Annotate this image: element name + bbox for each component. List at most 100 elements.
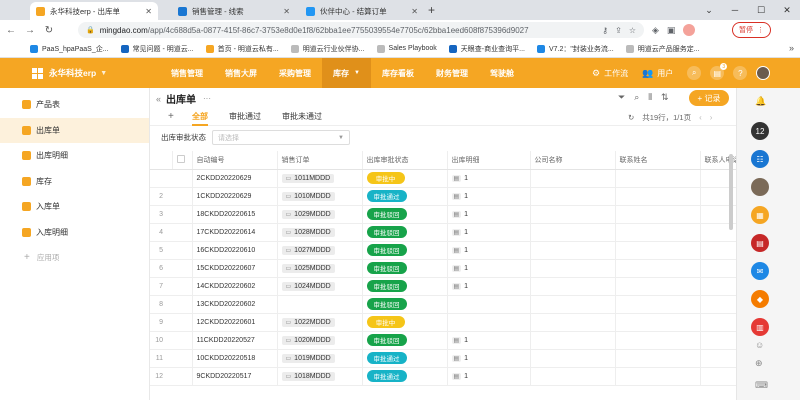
company-name-cell[interactable]	[530, 349, 616, 368]
new-tab-icon[interactable]: +	[428, 3, 435, 17]
outbound-detail-cell[interactable]: ▤ 1	[447, 223, 531, 242]
company-name-cell[interactable]	[530, 295, 616, 314]
app-switcher[interactable]: 永华科技erp ▼	[32, 67, 107, 79]
company-name-cell[interactable]	[530, 367, 616, 386]
contacts-icon[interactable]: ☺	[755, 340, 764, 350]
bookmark-item[interactable]: 常见问题 - 明道云...	[120, 44, 194, 54]
sidebar-toggle-icon[interactable]: ▣	[667, 25, 676, 36]
calendar-icon[interactable]: ▤	[751, 234, 769, 252]
row-checkbox-cell[interactable]	[172, 223, 193, 242]
outbound-detail-cell[interactable]: ▤ 1	[447, 349, 531, 368]
company-name-cell[interactable]	[530, 205, 616, 224]
contact-name-cell[interactable]	[615, 187, 701, 206]
close-icon[interactable]: ✕	[411, 7, 418, 16]
maximize-icon[interactable]: ☐	[748, 0, 774, 20]
forward-icon[interactable]: →	[22, 25, 38, 36]
row-checkbox-cell[interactable]	[172, 277, 193, 296]
approval-status-cell[interactable]: 审批驳回	[362, 223, 448, 242]
column-header[interactable]: 公司名称	[530, 151, 616, 170]
sales-order-cell[interactable]: ▭ 1029MDDD	[277, 205, 363, 224]
approval-status-cell[interactable]: 审批驳回	[362, 295, 448, 314]
nav-item-cockpit[interactable]: 驾驶舱	[479, 58, 525, 88]
status-filter-select[interactable]: 请选择 ▼	[212, 130, 350, 145]
table-row[interactable]: 7 14CKDD20220602 ▭ 1024MDDD 审批驳回 ▤ 1	[150, 277, 736, 296]
help-icon[interactable]: ?	[733, 66, 748, 80]
sales-order-tag[interactable]: ▭ 1019MDDD	[281, 353, 335, 363]
sales-order-cell[interactable]: ▭ 1011MDDD	[277, 169, 363, 188]
search-icon[interactable]: ⌕	[687, 66, 702, 80]
keyboard-icon[interactable]: ⌨	[755, 380, 768, 391]
sales-order-tag[interactable]: ▭ 1018MDDD	[281, 371, 335, 381]
approval-status-cell[interactable]: 审批驳回	[362, 205, 448, 224]
company-name-cell[interactable]	[530, 223, 616, 242]
outbound-detail-cell[interactable]: ▤ 1	[447, 187, 531, 206]
sales-order-cell[interactable]: ▭ 1022MDDD	[277, 313, 363, 332]
org-chart-icon[interactable]: ☷	[751, 150, 769, 168]
bell-icon[interactable]: 🔔	[755, 96, 766, 107]
contact-name-cell[interactable]	[615, 349, 701, 368]
table-row[interactable]: 9 12CKDD20220601 ▭ 1022MDDD 审批中	[150, 313, 736, 332]
contact-name-cell[interactable]	[615, 223, 701, 242]
approval-status-cell[interactable]: 审批驳回	[362, 259, 448, 278]
contact-name-cell[interactable]	[615, 313, 701, 332]
outbound-detail-cell[interactable]: ▤ 1	[447, 277, 531, 296]
lock-icon[interactable]: 🔒	[86, 26, 95, 34]
sort-icon[interactable]: ⇅	[661, 92, 669, 103]
sidebar-item-products[interactable]: 产品表	[0, 92, 149, 118]
sales-order-cell[interactable]: ▭ 1028MDDD	[277, 223, 363, 242]
contact-phone-cell[interactable]	[700, 241, 736, 260]
back-icon[interactable]: ←	[3, 25, 19, 36]
sync-paused-button[interactable]: 暂停 ⋮	[732, 22, 771, 38]
column-header[interactable]: 出库审批状态	[362, 151, 448, 170]
sales-order-tag[interactable]: ▭ 1024MDDD	[281, 281, 335, 291]
bookmark-item[interactable]: Sales Playbook	[376, 44, 437, 53]
table-row[interactable]: 6 15CKDD20220607 ▭ 1025MDDD 审批驳回 ▤ 1	[150, 259, 736, 278]
outbound-detail-cell[interactable]: ▤ 1	[447, 205, 531, 224]
outbound-detail-cell[interactable]	[447, 295, 531, 314]
table-row[interactable]: 10 11CKDD20220527 ▭ 1020MDDD 审批驳回 ▤ 1	[150, 331, 736, 350]
approval-status-cell[interactable]: 审批中	[362, 169, 448, 188]
row-checkbox-cell[interactable]	[172, 169, 193, 188]
more-icon[interactable]: ···	[203, 94, 211, 103]
app-12-icon[interactable]: 12	[751, 122, 769, 140]
next-page-icon[interactable]: ›	[710, 113, 713, 122]
outbound-detail-cell[interactable]: ▤ 1	[447, 259, 531, 278]
approval-status-cell[interactable]: 审批中	[362, 313, 448, 332]
sales-order-tag[interactable]: ▭ 1029MDDD	[281, 209, 335, 219]
contact-name-cell[interactable]	[615, 277, 701, 296]
table-row[interactable]: 2CKDD20220629 ▭ 1011MDDD 审批中 ▤ 1	[150, 169, 736, 188]
sales-order-cell[interactable]: ▭ 1019MDDD	[277, 349, 363, 368]
table-row[interactable]: 8 13CKDD20220602 审批驳回	[150, 295, 736, 314]
sidebar-item-inbound[interactable]: 入库单	[0, 194, 149, 220]
company-name-cell[interactable]	[530, 169, 616, 188]
sales-order-cell[interactable]: ▭ 1018MDDD	[277, 367, 363, 386]
table-row[interactable]: 2 1CKDD20220629 ▭ 1010MDDD 审批通过 ▤ 1	[150, 187, 736, 206]
contact-name-cell[interactable]	[615, 205, 701, 224]
browser-tab[interactable]: 伙伴中心 - 结算订单 ✕	[300, 2, 424, 20]
outbound-detail-cell[interactable]: ▤ 1	[447, 169, 531, 188]
contact-name-cell[interactable]	[615, 241, 701, 260]
column-header[interactable]: 出库明细	[447, 151, 531, 170]
sidebar-item-inbound-detail[interactable]: 入库明细	[0, 220, 149, 246]
row-checkbox-cell[interactable]	[172, 313, 193, 332]
workflow-button[interactable]: ⚙ 工作流	[592, 68, 628, 79]
row-checkbox-cell[interactable]	[172, 367, 193, 386]
bookmark-star-icon[interactable]: ☆	[629, 26, 636, 35]
row-checkbox-cell[interactable]	[172, 259, 193, 278]
extension-icon[interactable]: ◈	[652, 25, 659, 36]
bookmarks-more-icon[interactable]: »	[789, 43, 794, 53]
sales-order-tag[interactable]: ▭ 1011MDDD	[281, 173, 335, 183]
row-checkbox-cell[interactable]	[172, 295, 193, 314]
sales-order-tag[interactable]: ▭ 1022MDDD	[281, 317, 335, 327]
contact-phone-cell[interactable]	[700, 295, 736, 314]
table-row[interactable]: 3 18CKDD20220615 ▭ 1029MDDD 审批驳回 ▤ 1	[150, 205, 736, 224]
sales-order-tag[interactable]: ▭ 1027MDDD	[281, 245, 335, 255]
column-header[interactable]: 联系姓名	[615, 151, 701, 170]
sidebar-item-outbound[interactable]: 出库单	[0, 117, 149, 143]
add-app-item-button[interactable]: + 应用项	[0, 245, 149, 270]
company-name-cell[interactable]	[530, 187, 616, 206]
sidebar-item-inventory[interactable]: 库存	[0, 169, 149, 195]
sales-order-cell[interactable]	[277, 295, 363, 314]
contact-phone-cell[interactable]	[700, 367, 736, 386]
sales-order-tag[interactable]: ▭ 1028MDDD	[281, 227, 335, 237]
